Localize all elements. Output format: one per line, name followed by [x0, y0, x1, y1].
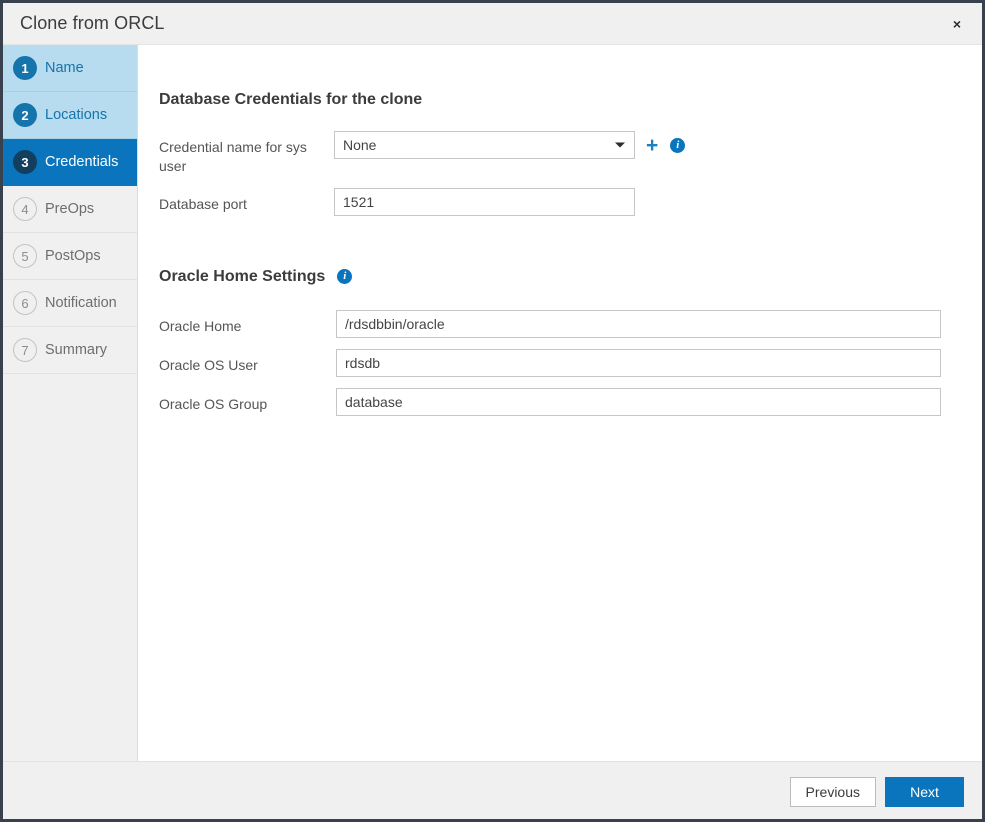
- database-port-label: Database port: [159, 195, 247, 212]
- sys-credential-value: None: [343, 137, 377, 153]
- oracle-home-row: Oracle Home /rdsdbbin/oracle: [138, 309, 982, 338]
- oracle-os-group-value: database: [345, 393, 403, 410]
- oracle-home-label: Oracle Home: [159, 317, 242, 334]
- title-bar: Clone from ORCL ×: [3, 3, 982, 45]
- sidebar-item-locations[interactable]: 2 Locations: [3, 92, 137, 139]
- oracle-os-user-value: rdsdb: [345, 354, 381, 371]
- previous-button[interactable]: Previous: [789, 777, 876, 807]
- sidebar-item-label: Credentials: [45, 154, 119, 170]
- step-number-badge: 4: [13, 197, 37, 221]
- oracle-os-user-row: Oracle OS User rdsdb: [138, 348, 982, 377]
- sys-credential-label: Credential name for sys user: [159, 139, 307, 175]
- add-credential-icon[interactable]: +: [646, 135, 658, 156]
- step-number-badge: 5: [13, 244, 37, 268]
- sidebar-item-label: Summary: [45, 342, 108, 358]
- oracle-home-info-icon[interactable]: i: [337, 269, 353, 285]
- sidebar-item-notification[interactable]: 6 Notification: [3, 280, 137, 327]
- close-icon[interactable]: ×: [946, 13, 968, 35]
- database-port-input[interactable]: 1521: [334, 187, 635, 216]
- sidebar-item-postops[interactable]: 5 PostOps: [3, 233, 137, 280]
- oracle-os-group-input[interactable]: database: [336, 387, 941, 416]
- sidebar-item-name[interactable]: 1 Name: [3, 45, 137, 92]
- wizard-step-sidebar: 1 Name 2 Locations 3 Credentials 4 PreOp…: [3, 45, 138, 761]
- database-port-value: 1521: [343, 193, 375, 210]
- oracle-home-heading-text: Oracle Home Settings: [159, 267, 326, 285]
- dialog-title: Clone from ORCL: [20, 13, 165, 33]
- sidebar-item-label: Locations: [45, 107, 108, 123]
- credentials-heading: Database Credentials for the clone: [159, 91, 982, 109]
- clone-dialog: Clone from ORCL × 1 Name 2 Locations 3 C…: [0, 0, 985, 822]
- sidebar-item-label: PostOps: [45, 248, 101, 264]
- next-button[interactable]: Next: [885, 777, 964, 807]
- sys-credential-select[interactable]: None: [334, 131, 635, 159]
- step-number-badge: 2: [13, 103, 37, 127]
- step-number-badge: 7: [13, 338, 37, 362]
- database-port-row: Database port 1521: [138, 187, 982, 216]
- oracle-home-value: /rdsdbbin/oracle: [345, 315, 445, 332]
- step-number-badge: 6: [13, 291, 37, 315]
- credentials-heading-text: Database Credentials for the clone: [159, 91, 423, 108]
- step-number-badge: 1: [13, 56, 37, 80]
- sidebar-item-preops[interactable]: 4 PreOps: [3, 186, 137, 233]
- main-content: Database Credentials for the clone Crede…: [138, 45, 982, 761]
- sys-credential-controls: None + i: [334, 131, 686, 159]
- sidebar-item-credentials[interactable]: 3 Credentials: [3, 139, 137, 186]
- oracle-home-input[interactable]: /rdsdbbin/oracle: [336, 309, 941, 338]
- oracle-os-group-row: Oracle OS Group database: [138, 387, 982, 416]
- oracle-home-heading: Oracle Home Settings i: [159, 268, 982, 286]
- dialog-footer: Previous Next: [3, 761, 982, 819]
- sys-credential-info-icon[interactable]: i: [670, 137, 686, 153]
- chevron-down-icon: [615, 142, 625, 148]
- oracle-os-user-input[interactable]: rdsdb: [336, 348, 941, 377]
- sidebar-item-label: Name: [45, 60, 84, 76]
- sidebar-item-summary[interactable]: 7 Summary: [3, 327, 137, 374]
- oracle-os-group-label: Oracle OS Group: [159, 395, 268, 412]
- step-number-badge: 3: [13, 150, 37, 174]
- sidebar-item-label: PreOps: [45, 201, 95, 217]
- sidebar-item-label: Notification: [45, 295, 117, 311]
- oracle-os-user-label: Oracle OS User: [159, 356, 258, 373]
- dialog-body: 1 Name 2 Locations 3 Credentials 4 PreOp…: [3, 45, 982, 761]
- sys-credential-row: Credential name for sys user None + i: [138, 131, 982, 177]
